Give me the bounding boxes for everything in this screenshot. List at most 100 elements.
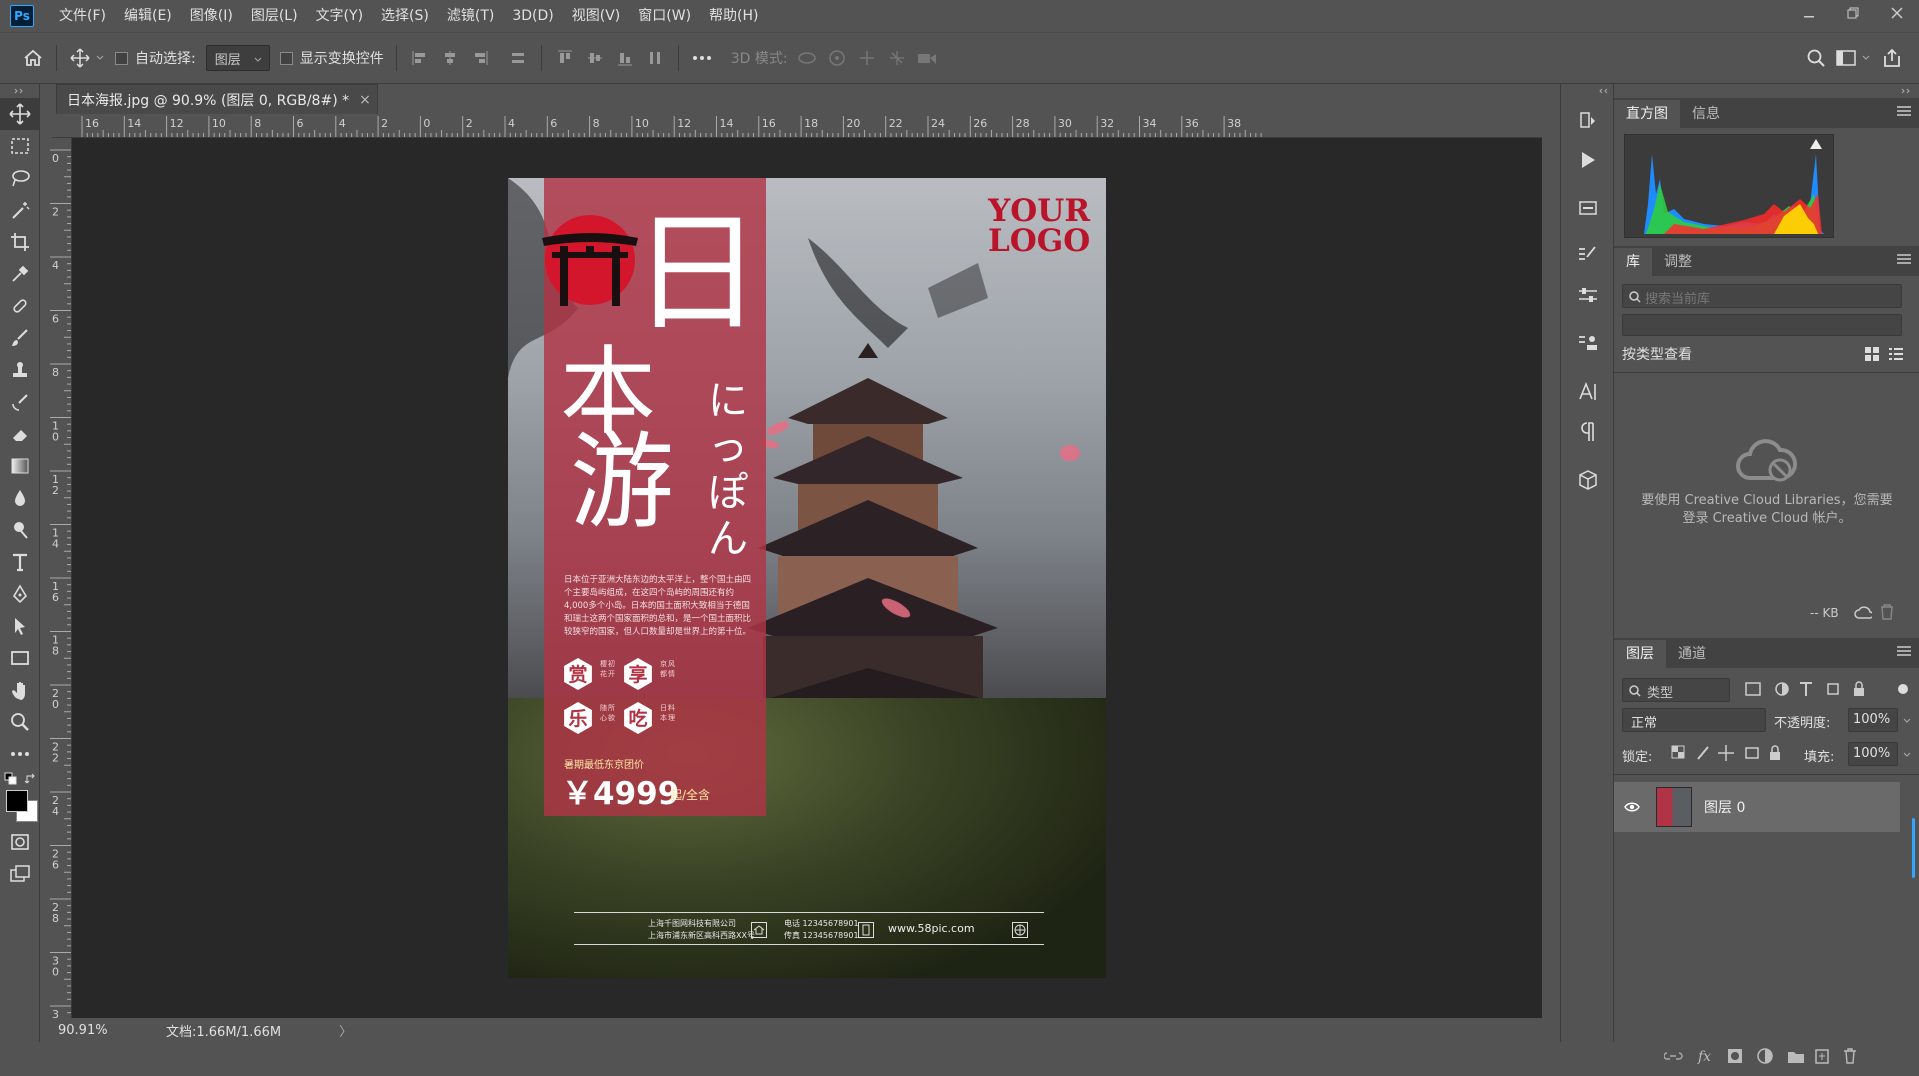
home-icon[interactable] [18,43,48,73]
collapse-handle[interactable] [1561,84,1613,98]
auto-select-dropdown[interactable]: 图层 [205,45,270,71]
chevron-down-icon[interactable] [1902,716,1912,726]
menu-help[interactable]: 帮助(H) [700,0,767,32]
chevron-down-icon[interactable] [1861,53,1871,63]
visibility-eye-icon[interactable] [1624,801,1640,813]
layer-name[interactable]: 图层 0 [1704,797,1745,817]
dodge-tool-icon[interactable] [0,514,40,546]
restore-button[interactable] [1831,0,1875,26]
workspace-icon[interactable] [1831,43,1861,73]
menu-layer[interactable]: 图层(L) [242,0,307,32]
collapse-handle[interactable] [1614,84,1919,98]
path-selection-icon[interactable] [0,610,40,642]
magic-wand-icon[interactable] [0,194,40,226]
filter-toggle[interactable] [1898,684,1908,694]
menu-image[interactable]: 图像(I) [181,0,242,32]
3d-camera-icon[interactable] [912,43,942,73]
tab-libraries[interactable]: 库 [1614,248,1652,276]
screen-mode-icon[interactable] [0,858,40,890]
foreground-color-swatch[interactable] [6,790,28,812]
align-bottom-icon[interactable] [610,43,640,73]
menu-type[interactable]: 文字(Y) [307,0,372,32]
distribute-vertical-icon[interactable] [640,43,670,73]
swap-colors-icon[interactable] [24,772,38,786]
tab-histogram[interactable]: 直方图 [1614,100,1680,128]
history-brush-icon[interactable] [0,386,40,418]
show-transform-checkbox[interactable] [279,51,293,65]
default-colors-icon[interactable] [4,772,18,786]
history-panel-icon[interactable] [1561,102,1615,138]
trash-icon[interactable] [1880,604,1894,620]
cloud-sync-icon[interactable] [1854,604,1872,620]
poster-image[interactable]: YOUR LOGO 日 本 游 にっぽん 日本位于亚洲大陆东边的太平洋上，整个国… [508,178,1106,978]
search-icon[interactable] [1801,43,1831,73]
marquee-tool-icon[interactable] [0,130,40,162]
collapse-handle[interactable] [0,84,39,98]
hand-tool-icon[interactable] [0,674,40,706]
fill-input[interactable]: 100% [1848,742,1898,766]
scrollbar[interactable] [1912,818,1915,878]
3d-roll-icon[interactable] [822,43,852,73]
eraser-tool-icon[interactable] [0,418,40,450]
align-top-icon[interactable] [550,43,580,73]
tab-adjustments[interactable]: 调整 [1652,248,1704,276]
menu-view[interactable]: 视图(V) [563,0,630,32]
layer-row[interactable]: 图层 0 [1614,782,1900,832]
3d-cube-icon[interactable] [1561,462,1615,498]
layer-actions[interactable]: fx [1664,1046,1894,1066]
pen-tool-icon[interactable] [0,578,40,610]
library-search-input[interactable]: 搜索当前库 [1622,284,1902,308]
adjustments-sliders-icon[interactable] [1561,278,1615,314]
rectangle-tool-icon[interactable] [0,642,40,674]
3d-materials-icon[interactable] [1561,190,1615,226]
distribute-icon[interactable] [503,43,533,73]
3d-orbit-icon[interactable] [792,43,822,73]
more-options-icon[interactable] [687,43,717,73]
eyedropper-icon[interactable] [0,258,40,290]
clone-stamp-icon[interactable] [0,354,40,386]
close-window-button[interactable] [1875,0,1919,26]
clone-source-icon[interactable] [1561,326,1615,362]
character-panel-icon[interactable] [1561,374,1615,410]
type-tool-icon[interactable] [0,546,40,578]
opacity-input[interactable]: 100% [1848,708,1898,732]
blend-mode-dropdown[interactable]: 正常 [1622,708,1766,732]
zoom-tool-icon[interactable] [0,706,40,738]
zoom-level[interactable]: 90.91% [58,1023,118,1038]
grid-view-icon[interactable] [1864,346,1880,362]
quick-mask-icon[interactable] [0,826,40,858]
blur-tool-icon[interactable] [0,482,40,514]
panel-menu-icon[interactable] [1897,106,1911,116]
move-tool-preset-icon[interactable] [65,43,95,73]
align-middle-icon[interactable] [580,43,610,73]
align-right-icon[interactable] [465,43,495,73]
more-tools-icon[interactable] [0,738,40,770]
layer-filter-dropdown[interactable]: 类型 [1622,678,1730,702]
close-tab-icon[interactable]: × [359,92,371,108]
actions-play-icon[interactable] [1561,142,1615,178]
healing-brush-icon[interactable] [0,290,40,322]
list-view-icon[interactable] [1888,346,1904,362]
status-menu-arrow[interactable]: 〉 [339,1021,352,1040]
document-tab[interactable]: 日本海报.jpg @ 90.9% (图层 0, RGB/8#) * × [56,84,378,114]
align-left-icon[interactable] [405,43,435,73]
menu-window[interactable]: 窗口(W) [629,0,700,32]
chevron-down-icon[interactable] [1902,750,1912,760]
share-icon[interactable] [1877,43,1907,73]
crop-tool-icon[interactable] [0,226,40,258]
panel-menu-icon[interactable] [1897,254,1911,264]
brush-tool-icon[interactable] [0,322,40,354]
move-tool-icon[interactable] [0,98,40,130]
panel-menu-icon[interactable] [1897,646,1911,656]
menu-select[interactable]: 选择(S) [372,0,438,32]
3d-slide-icon[interactable] [882,43,912,73]
library-select[interactable] [1622,314,1902,336]
minimize-button[interactable] [1787,0,1831,26]
menu-edit[interactable]: 编辑(E) [115,0,181,32]
menu-filter[interactable]: 滤镜(T) [438,0,503,32]
brush-settings-icon[interactable] [1561,238,1615,274]
menu-3d[interactable]: 3D(D) [503,0,562,32]
paragraph-panel-icon[interactable] [1561,414,1615,450]
lasso-tool-icon[interactable] [0,162,40,194]
align-center-icon[interactable] [435,43,465,73]
